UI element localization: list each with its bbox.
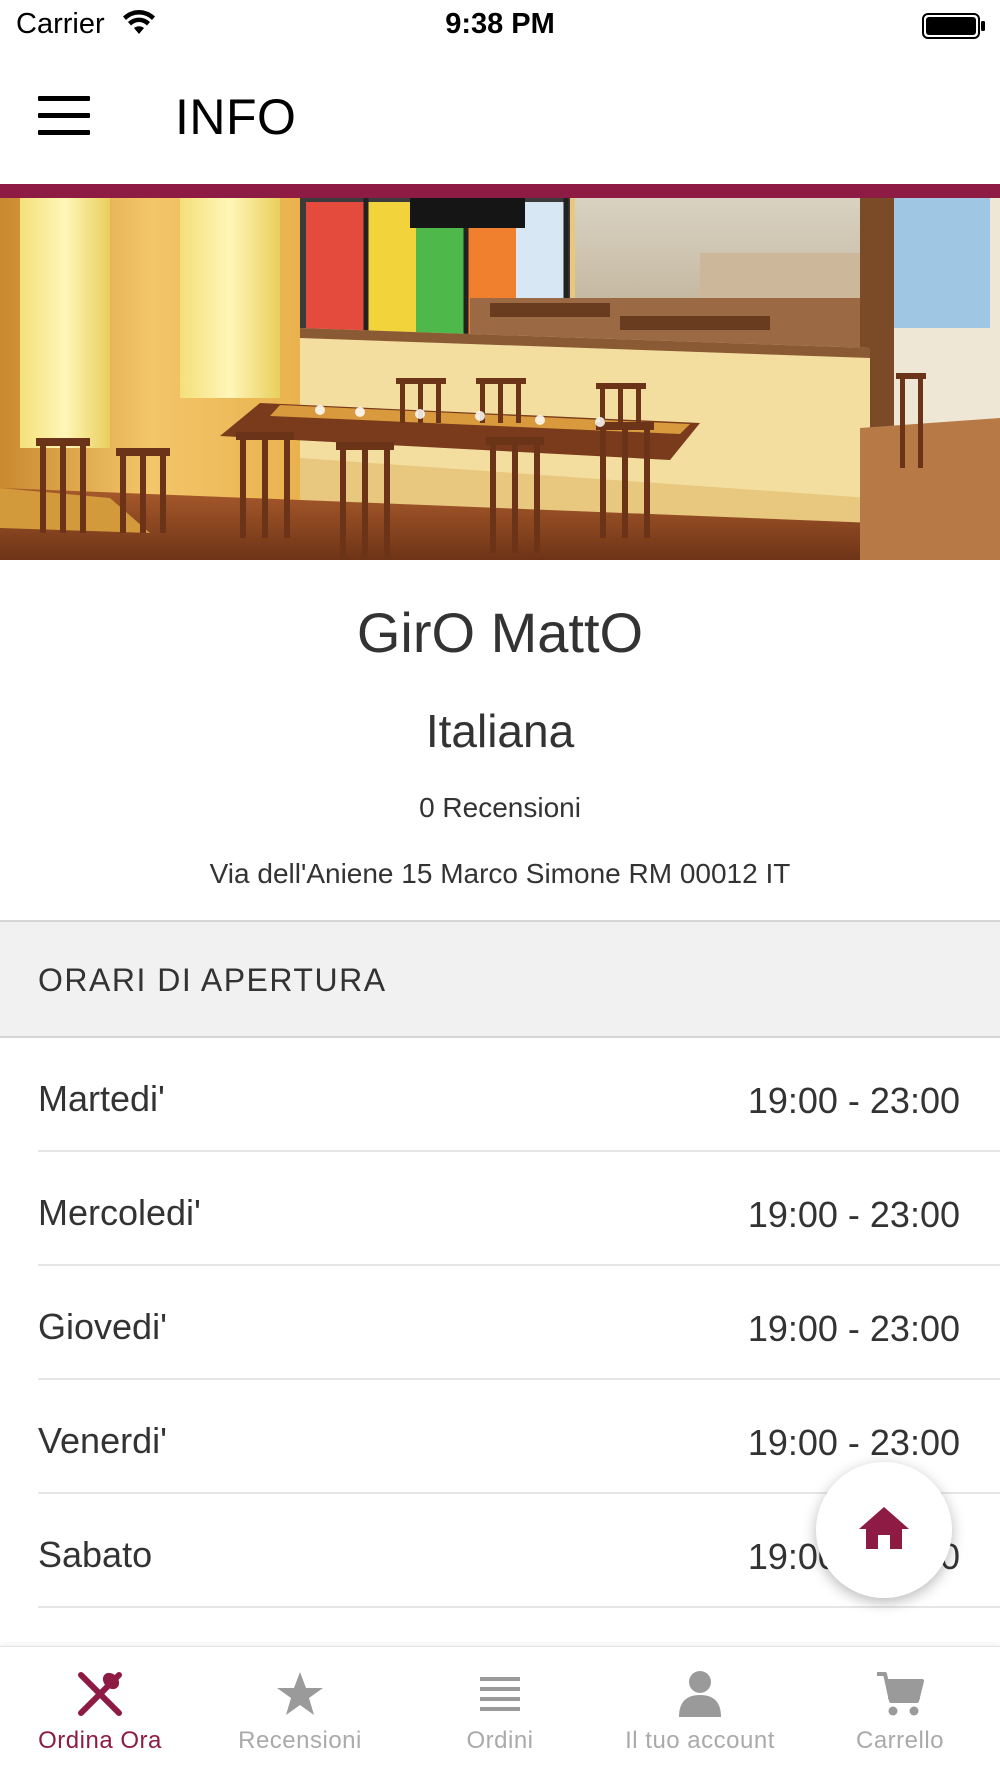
tab-account[interactable]: Il tuo account xyxy=(600,1647,800,1778)
list-item: Mercoledi' 19:00 - 23:00 xyxy=(0,1152,1000,1266)
cart-icon xyxy=(873,1667,927,1721)
day-label: Giovedi' xyxy=(38,1306,167,1347)
app-header: INFO xyxy=(0,52,1000,184)
hamburger-icon xyxy=(38,96,90,101)
day-label: Martedi' xyxy=(38,1078,165,1119)
tab-label: Il tuo account xyxy=(625,1727,775,1754)
home-button[interactable] xyxy=(816,1462,952,1598)
star-icon xyxy=(273,1667,327,1721)
tab-ordini[interactable]: Ordini xyxy=(400,1647,600,1778)
bottom-tab-bar: Ordina Ora Recensioni Ordini Il tuo acco… xyxy=(0,1646,1000,1778)
restaurant-name: GirO MattO xyxy=(356,601,644,664)
tab-carrello[interactable]: Carrello xyxy=(800,1647,1000,1778)
opening-hours-header: ORARI DI APERTURA xyxy=(0,920,1000,1038)
tab-label: Recensioni xyxy=(238,1727,362,1754)
tab-label: Carrello xyxy=(855,1727,945,1754)
battery-icon xyxy=(922,12,986,45)
list-item: Martedi' 19:00 - 23:00 xyxy=(0,1038,1000,1152)
tab-label: Ordini xyxy=(466,1727,534,1754)
menu-button[interactable] xyxy=(38,96,90,136)
cuisine-label: Italiana xyxy=(425,705,575,757)
time-range: 19:00 - 23:00 xyxy=(747,1080,960,1121)
status-bar: Carrier 9:38 PM xyxy=(0,0,1000,52)
divider xyxy=(38,1606,1000,1608)
day-label: Sabato xyxy=(38,1534,153,1575)
tab-recensioni[interactable]: Recensioni xyxy=(200,1647,400,1778)
fork-knife-icon xyxy=(73,1667,127,1721)
day-label: Mercoledi' xyxy=(38,1192,201,1233)
list-icon xyxy=(473,1667,527,1721)
section-title: ORARI DI APERTURA xyxy=(38,962,387,998)
list-item: Giovedi' 19:00 - 23:00 xyxy=(0,1266,1000,1380)
reviews-count[interactable]: 0 Recensioni xyxy=(0,792,1000,824)
address-label: Via dell'Aniene 15 Marco Simone RM 00012… xyxy=(209,858,791,889)
clock: 9:38 PM xyxy=(445,8,555,40)
tab-ordina-ora[interactable]: Ordina Ora xyxy=(0,1647,200,1778)
time-range: 19:00 - 23:00 xyxy=(747,1194,960,1235)
day-label: Venerdi' xyxy=(38,1420,167,1461)
tab-label: Ordina Ora xyxy=(38,1727,162,1754)
user-icon xyxy=(673,1667,727,1721)
restaurant-hero-image xyxy=(0,198,1000,560)
time-range: 19:00 - 23:00 xyxy=(747,1308,960,1349)
time-range: 19:00 - 23:00 xyxy=(747,1422,960,1463)
page-title: INFO xyxy=(175,89,297,145)
header-accent-bar xyxy=(0,184,1000,198)
home-icon xyxy=(857,1505,911,1556)
